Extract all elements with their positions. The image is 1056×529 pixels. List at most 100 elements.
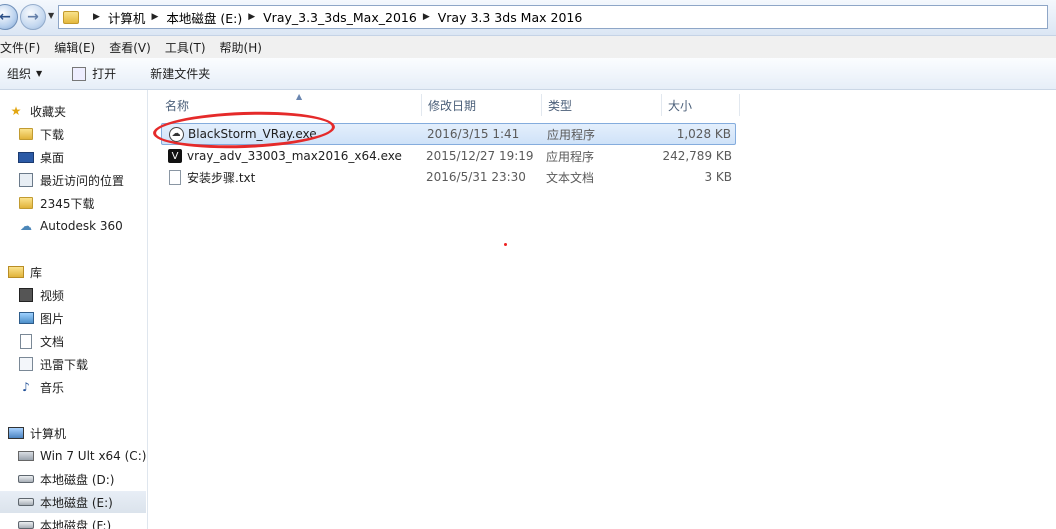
file-list[interactable]: ▲ 名称 修改日期 类型 大小 ☁ BlackStorm_VRay.exe 20… — [149, 90, 1056, 529]
folder-icon — [19, 197, 33, 209]
breadcrumb-current-folder[interactable]: Vray 3.3 3ds Max 2016 — [438, 10, 583, 25]
nav-label: 图片 — [40, 311, 65, 326]
nav-2345-downloads[interactable]: 2345下载 — [18, 192, 164, 214]
nav-recent-places[interactable]: 最近访问的位置 — [18, 169, 164, 191]
file-modified: 2015/12/27 19:19 — [426, 149, 534, 163]
organize-label: 组织 — [7, 67, 32, 81]
desktop-icon — [18, 151, 34, 163]
chevron-right-icon[interactable]: ▶ — [423, 12, 430, 22]
nav-downloads[interactable]: 下载 — [18, 123, 164, 145]
nav-drive-f[interactable]: 本地磁盘 (F:) — [18, 514, 164, 529]
new-folder-button[interactable]: 新建文件夹 — [150, 65, 210, 82]
file-size: 3 KB — [704, 170, 732, 184]
new-folder-label: 新建文件夹 — [150, 67, 211, 81]
nav-documents[interactable]: 文档 — [18, 330, 164, 352]
organize-button[interactable]: 组织 ▼ — [7, 65, 42, 82]
nav-drive-e[interactable]: 本地磁盘 (E:) — [0, 491, 146, 513]
menu-bar: 文件(F) 编辑(E) 查看(V) 工具(T) 帮助(H) — [0, 36, 1056, 58]
nav-label: 音乐 — [40, 380, 65, 395]
recent-places-icon — [19, 173, 33, 187]
recent-pages-dropdown-icon[interactable]: ▼ — [48, 11, 54, 20]
nav-drive-c[interactable]: Win 7 Ult x64 (C:) — [18, 445, 164, 467]
open-icon — [72, 66, 87, 81]
nav-label: Autodesk 360 — [40, 219, 123, 233]
nav-label: 2345下载 — [40, 196, 95, 211]
menu-view[interactable]: 查看(V) — [102, 39, 158, 56]
arrow-left-icon: ← — [0, 9, 11, 25]
file-type: 文本文档 — [546, 170, 595, 185]
column-label: 名称 — [165, 98, 190, 113]
column-label: 修改日期 — [428, 98, 477, 113]
column-header-type[interactable]: 类型 — [542, 94, 662, 116]
file-size: 242,789 KB — [662, 149, 732, 163]
file-type: 应用程序 — [546, 149, 595, 164]
nav-pictures[interactable]: 图片 — [18, 307, 164, 329]
breadcrumb-drive-e[interactable]: 本地磁盘 (E:) — [166, 8, 242, 27]
column-header-size[interactable]: 大小 — [662, 94, 740, 116]
nav-computer[interactable]: 计算机 — [8, 422, 154, 444]
navigation-pane[interactable]: ★ 收藏夹 下载 桌面 最近访问的位置 2345下载 ☁ Autodesk 36… — [0, 90, 148, 529]
nav-music[interactable]: ♪ 音乐 — [18, 376, 164, 398]
nav-label: 本地磁盘 (E:) — [40, 495, 113, 510]
column-header-modified[interactable]: 修改日期 — [422, 94, 542, 116]
file-type: 应用程序 — [547, 127, 596, 142]
chevron-right-icon[interactable]: ▶ — [248, 12, 255, 22]
thunder-download-icon — [19, 357, 33, 371]
folder-icon — [19, 128, 33, 140]
file-name: 安装步骤.txt — [187, 170, 256, 185]
nav-label: 库 — [30, 265, 43, 280]
text-file-icon — [169, 169, 181, 185]
arrow-right-icon: → — [27, 9, 39, 25]
file-size: 1,028 KB — [676, 127, 731, 141]
nav-label: Win 7 Ult x64 (C:) — [40, 449, 147, 463]
vray-app-icon: V — [168, 149, 182, 163]
picture-icon — [18, 312, 34, 324]
drive-icon — [18, 521, 34, 529]
address-bar[interactable]: ▶ 计算机 ▶ 本地磁盘 (E:) ▶ Vray_3.3_3ds_Max_201… — [58, 5, 1048, 29]
cloud-icon: ☁ — [20, 219, 32, 233]
menu-file[interactable]: 文件(F) — [0, 39, 47, 56]
nav-label: 计算机 — [30, 426, 67, 441]
document-icon — [20, 333, 32, 349]
nav-label: 文档 — [40, 334, 65, 349]
menu-tools[interactable]: 工具(T) — [158, 39, 213, 56]
file-modified: 2016/5/31 23:30 — [426, 170, 526, 184]
breadcrumb: ▶ 计算机 ▶ 本地磁盘 (E:) ▶ Vray_3.3_3ds_Max_201… — [87, 8, 582, 27]
file-row-vray-installer[interactable]: V vray_adv_33003_max2016_x64.exe 2015/12… — [161, 145, 736, 167]
sort-ascending-icon: ▲ — [296, 92, 303, 101]
computer-icon — [8, 427, 24, 439]
folder-icon — [63, 10, 79, 24]
drive-icon — [18, 498, 34, 506]
nav-autodesk-360[interactable]: ☁ Autodesk 360 — [18, 215, 164, 237]
nav-label: 本地磁盘 (F:) — [40, 518, 112, 529]
column-label: 类型 — [548, 98, 573, 113]
drive-icon — [18, 475, 34, 483]
star-icon: ★ — [10, 104, 22, 118]
forward-button[interactable]: → — [20, 4, 46, 30]
nav-favorites[interactable]: ★ 收藏夹 — [8, 100, 154, 122]
breadcrumb-vray-folder[interactable]: Vray_3.3_3ds_Max_2016 — [263, 10, 417, 25]
file-row-install-steps[interactable]: 安装步骤.txt 2016/5/31 23:30 文本文档 3 KB — [161, 166, 736, 188]
nav-label: 收藏夹 — [30, 104, 67, 119]
nav-thunder-downloads[interactable]: 迅雷下载 — [18, 353, 164, 375]
nav-drive-d[interactable]: 本地磁盘 (D:) — [18, 468, 164, 490]
address-bar-area: ← → ▼ ▶ 计算机 ▶ 本地磁盘 (E:) ▶ Vray_3.3_3ds_M… — [0, 0, 1056, 36]
chevron-right-icon[interactable]: ▶ — [93, 12, 100, 22]
chevron-right-icon[interactable]: ▶ — [151, 12, 158, 22]
menu-edit[interactable]: 编辑(E) — [47, 39, 102, 56]
back-button[interactable]: ← — [0, 4, 18, 30]
chevron-down-icon: ▼ — [36, 69, 43, 78]
nav-desktop[interactable]: 桌面 — [18, 146, 164, 168]
nav-videos[interactable]: 视频 — [18, 284, 164, 306]
breadcrumb-computer[interactable]: 计算机 — [108, 8, 146, 27]
menu-help[interactable]: 帮助(H) — [213, 39, 269, 56]
nav-label: 视频 — [40, 288, 65, 303]
open-button[interactable]: 打开 — [72, 65, 116, 82]
nav-label: 最近访问的位置 — [40, 173, 125, 188]
open-label: 打开 — [92, 67, 117, 81]
music-note-icon: ♪ — [22, 380, 30, 394]
nav-label: 本地磁盘 (D:) — [40, 472, 115, 487]
nav-libraries[interactable]: 库 — [8, 261, 154, 283]
libraries-icon — [8, 266, 24, 278]
column-label: 大小 — [668, 98, 693, 113]
